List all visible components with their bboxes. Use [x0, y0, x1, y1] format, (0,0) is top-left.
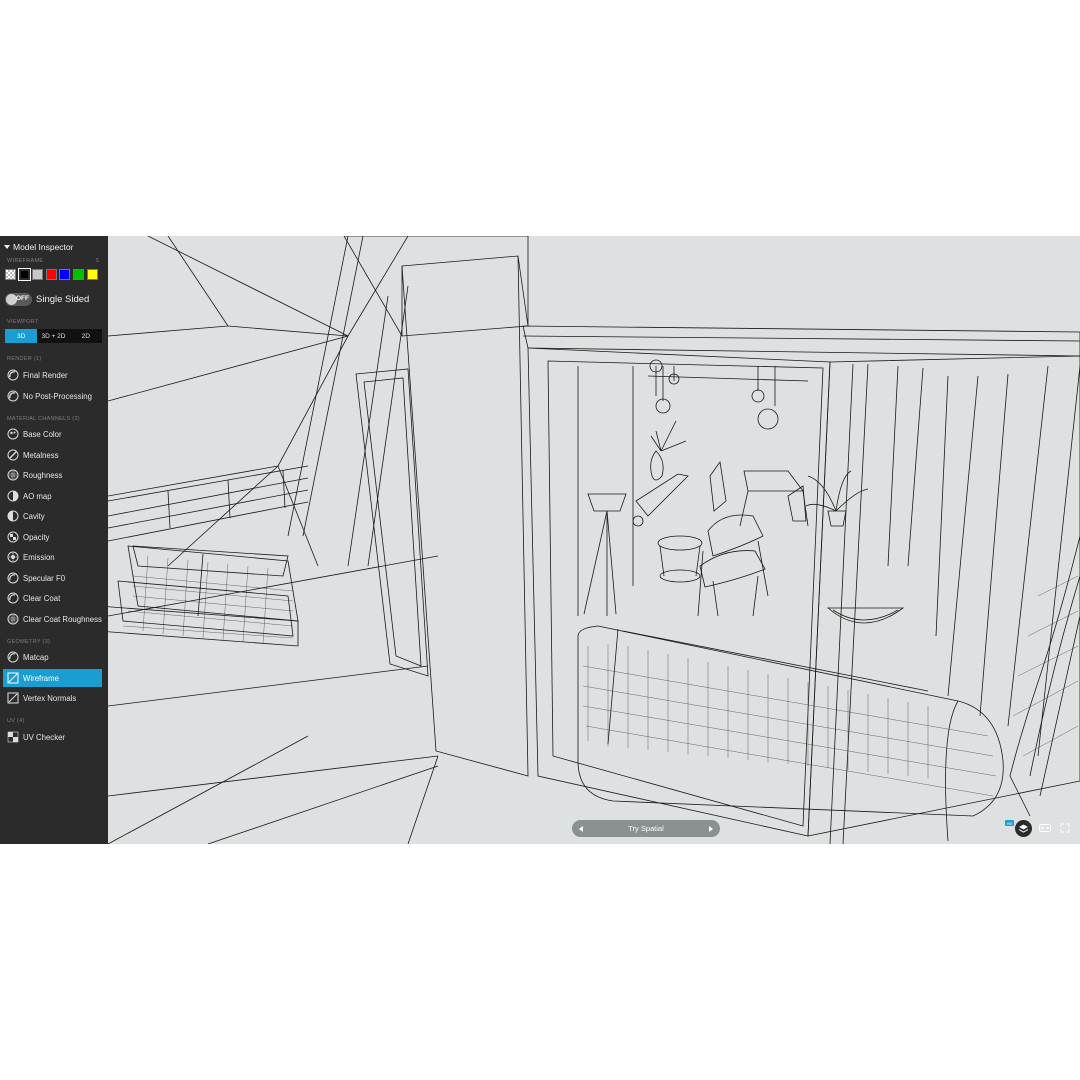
matcap-icon: [7, 651, 19, 663]
ao-map-icon: [7, 490, 19, 502]
viewport-section-label: VIEWPORT: [7, 319, 39, 325]
menu-item-label: Base Color: [23, 429, 62, 439]
metalness-icon: [7, 449, 19, 461]
no-post-processing-icon: [7, 390, 19, 402]
menu-item-ao-map[interactable]: AO map: [3, 487, 102, 505]
menu-item-wireframe[interactable]: Wireframe: [3, 669, 102, 687]
vertex-normals-icon: [7, 692, 19, 704]
swatch-red[interactable]: [45, 269, 57, 280]
specular-icon: [7, 572, 19, 584]
model-inspector-app: Model Inspector WIREFRAME 5 OFF Single S…: [0, 236, 1080, 844]
menu-item-label: Clear Coat: [23, 593, 61, 603]
menu-item-label: Roughness: [23, 470, 63, 480]
menu-item-label: No Post-Processing: [23, 391, 92, 401]
cavity-icon: [7, 510, 19, 522]
opacity-icon: [7, 531, 19, 543]
hd-badge[interactable]: HD: [1005, 820, 1014, 826]
viewport-3d-button[interactable]: 3D: [5, 329, 38, 343]
swatch-yellow[interactable]: [86, 269, 98, 280]
menu-item-cavity[interactable]: Cavity: [3, 507, 102, 525]
menu-item-base-color[interactable]: Base Color: [3, 425, 102, 443]
menu-item-label: Opacity: [23, 532, 50, 542]
next-arrow-icon[interactable]: [708, 825, 713, 832]
menu-item-no-post-processing[interactable]: No Post-Processing: [3, 387, 102, 405]
menu-item-label: Wireframe: [23, 673, 59, 683]
menu-item-uv-checker[interactable]: UV Checker: [3, 728, 102, 746]
single-sided-toggle[interactable]: OFF: [5, 293, 32, 306]
previous-arrow-icon[interactable]: [579, 825, 583, 832]
swatch-grey[interactable]: [32, 269, 44, 280]
material-channels-section-label: MATERIAL CHANNELS (2): [7, 416, 80, 422]
render-section-label: RENDER (1): [7, 356, 42, 362]
swatch-black[interactable]: [17, 268, 31, 281]
single-sided-label: Single Sided: [36, 294, 90, 305]
menu-item-specular-f0[interactable]: Specular F0: [3, 569, 102, 587]
try-spatial-label: Try Spatial: [628, 824, 664, 833]
final-render-icon: [7, 369, 19, 381]
panel-title: Model Inspector: [13, 242, 74, 252]
vr-icon[interactable]: [1039, 823, 1051, 833]
menu-item-label: Cavity: [23, 511, 45, 521]
uv-section-label: UV (4): [7, 718, 25, 724]
clear-coat-icon: [7, 592, 19, 604]
uv-checker-icon: [7, 731, 19, 743]
swatch-transparent[interactable]: [5, 269, 16, 280]
menu-item-emission[interactable]: Emission: [3, 548, 102, 566]
menu-item-metalness[interactable]: Metalness: [3, 446, 102, 464]
menu-item-label: Clear Coat Roughness: [23, 614, 102, 624]
swatch-blue[interactable]: [59, 269, 71, 280]
geometry-section-label: GEOMETRY (3): [7, 639, 51, 645]
menu-item-matcap[interactable]: Matcap: [3, 648, 102, 666]
menu-item-clear-coat-roughness[interactable]: Clear Coat Roughness: [3, 610, 102, 628]
roughness-icon: [7, 469, 19, 481]
wireframe-color-swatches: [5, 268, 98, 281]
menu-item-label: Emission: [23, 552, 55, 562]
menu-item-label: Final Render: [23, 370, 68, 380]
fullscreen-icon[interactable]: [1060, 823, 1070, 833]
collapse-caret-icon[interactable]: [4, 245, 10, 249]
menu-item-clear-coat[interactable]: Clear Coat: [3, 589, 102, 607]
wireframe-section-label: WIREFRAME: [7, 258, 44, 264]
menu-item-vertex-normals[interactable]: Vertex Normals: [3, 689, 102, 707]
try-spatial-button[interactable]: Try Spatial: [572, 820, 720, 837]
3d-viewport[interactable]: Try Spatial HD: [108, 236, 1080, 844]
menu-item-label: Metalness: [23, 450, 59, 460]
base-color-icon: [7, 428, 19, 440]
viewport-3d-2d-button[interactable]: 3D + 2D: [37, 329, 69, 343]
menu-item-label: Matcap: [23, 652, 49, 662]
menu-item-label: AO map: [23, 491, 52, 501]
menu-item-label: Vertex Normals: [23, 693, 77, 703]
viewport-mode-selector: 3D 3D + 2D 2D: [5, 329, 102, 343]
toggle-state: OFF: [16, 295, 29, 302]
model-inspector-panel: Model Inspector WIREFRAME 5 OFF Single S…: [0, 236, 108, 844]
wireframe-scene: [108, 236, 1080, 844]
menu-item-final-render[interactable]: Final Render: [3, 366, 102, 384]
menu-item-label: UV Checker: [23, 732, 66, 742]
emission-icon: [7, 551, 19, 563]
wireframe-value: 5: [95, 258, 99, 264]
wireframe-icon: [7, 672, 19, 684]
clear-coat-roughness-icon: [7, 613, 19, 625]
menu-item-roughness[interactable]: Roughness: [3, 466, 102, 484]
single-sided-row: OFF Single Sided: [5, 293, 89, 306]
menu-item-opacity[interactable]: Opacity: [3, 528, 102, 546]
panel-header[interactable]: Model Inspector: [4, 242, 73, 252]
layers-icon[interactable]: [1015, 820, 1032, 837]
viewport-2d-button[interactable]: 2D: [70, 329, 102, 343]
layers-glyph: [1018, 824, 1029, 833]
swatch-green[interactable]: [72, 269, 84, 280]
menu-item-label: Specular F0: [23, 573, 66, 583]
